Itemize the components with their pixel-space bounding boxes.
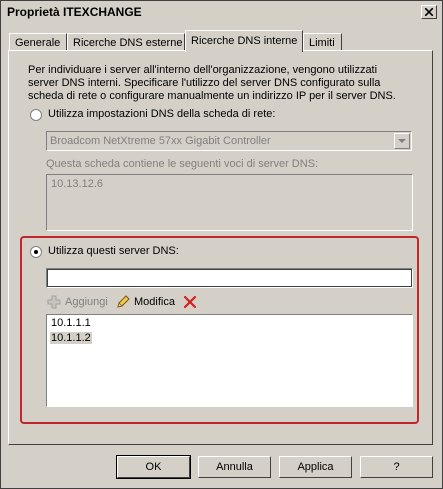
edit-label: Modifica <box>134 296 175 308</box>
help-button[interactable]: ? <box>360 456 433 478</box>
pencil-icon <box>117 295 130 308</box>
adapter-servers-caption: Questa scheda contiene le seguenti voci … <box>46 158 319 170</box>
apply-button[interactable]: Applica <box>279 456 352 478</box>
add-button[interactable]: Aggiungi <box>46 294 108 310</box>
network-adapter-select: Broadcom NetXtreme 57xx Gigabit Controll… <box>46 131 412 151</box>
list-item: 10.13.12.6 <box>51 178 103 190</box>
plus-icon <box>47 295 61 309</box>
window-title: Proprietà ITEXCHANGE <box>7 5 142 19</box>
adapter-dns-radio-label[interactable]: Utilizza impostazioni DNS della scheda d… <box>48 108 275 120</box>
delete-x-icon <box>183 295 197 309</box>
tab-generale[interactable]: Generale <box>9 33 67 51</box>
tab-internal-dns[interactable]: Ricerche DNS interne <box>185 30 303 52</box>
edit-button[interactable]: Modifica <box>115 294 177 310</box>
add-label: Aggiungi <box>65 296 108 308</box>
custom-dns-radio[interactable] <box>30 246 42 258</box>
tab-external-dns[interactable]: Ricerche DNS esterne <box>67 33 185 51</box>
list-item[interactable]: 10.1.1.1 <box>51 317 91 329</box>
list-item-selected[interactable]: 10.1.1.2 <box>50 332 92 344</box>
custom-dns-radio-label[interactable]: Utilizza questi server DNS: <box>48 245 179 257</box>
title-bar[interactable]: Proprietà ITEXCHANGE <box>2 2 441 22</box>
close-button[interactable] <box>421 5 437 19</box>
chevron-down-icon <box>394 133 410 149</box>
tab-limits[interactable]: Limiti <box>303 33 342 51</box>
description-text: Per individuare i server all'interno del… <box>28 64 396 102</box>
adapter-dns-radio[interactable] <box>30 109 42 121</box>
network-adapter-value: Broadcom NetXtreme 57xx Gigabit Controll… <box>50 135 271 147</box>
ok-button[interactable]: OK <box>116 455 191 479</box>
close-icon <box>425 8 433 16</box>
cancel-button[interactable]: Annulla <box>198 456 271 478</box>
adapter-dns-server-list: 10.13.12.6 <box>46 174 413 231</box>
dns-server-input[interactable] <box>46 268 413 288</box>
delete-button[interactable] <box>182 294 198 310</box>
custom-dns-server-list[interactable]: 10.1.1.1 10.1.1.2 <box>46 314 413 407</box>
